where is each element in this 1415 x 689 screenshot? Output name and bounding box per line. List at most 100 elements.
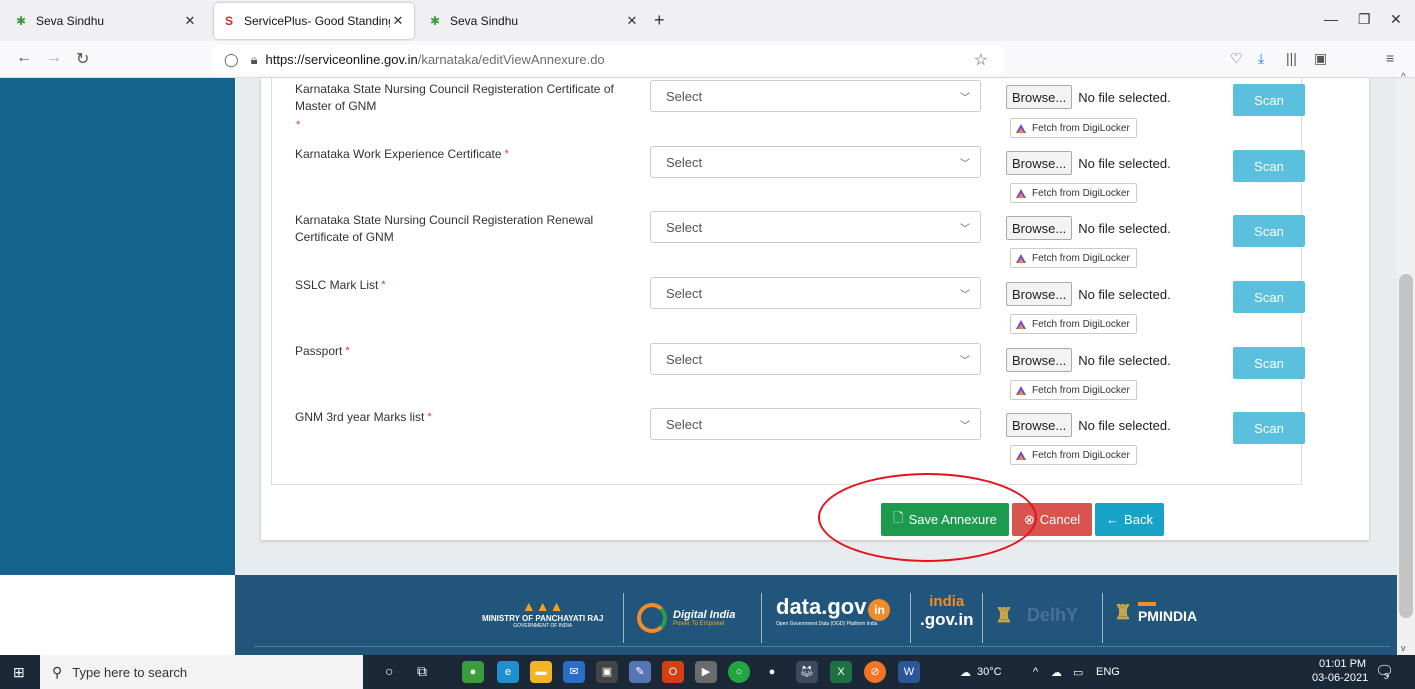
firefox-icon[interactable]: 🦊︎ [796,661,818,683]
scan-button[interactable]: Scan [1233,150,1305,182]
scan-button[interactable]: Scan [1233,281,1305,313]
browse-button[interactable]: Browse... [1006,85,1073,109]
reload-icon[interactable]: ↻ [76,49,89,69]
tab-title: Seva Sindhu [450,14,519,28]
chevron-down-icon: ﹀ [960,421,970,432]
clock-date[interactable]: 03-06-2021 [1312,672,1368,684]
document-type-select[interactable]: Select ﹀ [650,146,981,178]
office-icon[interactable]: O [662,661,684,683]
digilocker-icon [1016,253,1026,263]
document-viewer-icon[interactable]: ▶ [695,661,717,683]
document-type-select[interactable]: Select ﹀ [650,80,981,112]
document-type-select[interactable]: Select ﹀ [650,277,981,309]
bookmark-star-icon[interactable]: ☆ [974,50,988,70]
brave-icon[interactable]: ⊘ [864,661,886,683]
pocket-icon[interactable]: ♡ [1230,50,1243,67]
circle-app-icon[interactable]: ○ [728,661,750,683]
file-explorer-icon[interactable]: ▬ [530,661,552,683]
fetch-digilocker-button[interactable]: Fetch from DigiLocker [1010,118,1137,138]
download-icon[interactable]: ⤓ [1258,50,1264,67]
taskbar-search-box[interactable]: ⚲ Type here to search [40,655,363,689]
emblem-icon: ▲▲▲ [521,598,564,614]
weather-temp[interactable]: 30°C [977,666,1002,678]
shield-icon[interactable]: ◯ [224,52,239,68]
clock-time[interactable]: 01:01 PM [1319,658,1366,670]
notes-icon[interactable]: ✎ [629,661,651,683]
close-window-icon[interactable]: ✕ [1390,11,1402,28]
excel-icon[interactable]: X [830,661,852,683]
scan-button[interactable]: Scan [1233,84,1305,116]
menu-icon[interactable]: ≡ [1386,50,1394,66]
fetch-digilocker-button[interactable]: Fetch from DigiLocker [1010,445,1137,465]
file-input[interactable]: Browse... No file selected. [1006,348,1171,372]
address-bar[interactable]: ◯ 🔒︎ https://serviceonline.gov.in/karnat… [212,45,1004,74]
browse-button[interactable]: Browse... [1006,348,1073,372]
chevron-down-icon: ﹀ [960,224,970,235]
store-icon[interactable]: ▣ [596,661,618,683]
required-marker: * [427,411,432,423]
scroll-down-icon[interactable]: v [1401,643,1406,653]
new-tab-icon[interactable]: + [654,10,665,31]
file-input[interactable]: Browse... No file selected. [1006,151,1171,175]
required-marker: * [296,119,301,131]
windows-start-icon[interactable]: ⊞ [13,664,25,681]
file-input[interactable]: Browse... No file selected. [1006,216,1171,240]
weather-icon[interactable]: ☁ [960,666,971,679]
whatsapp-icon[interactable]: ● [761,661,783,683]
file-status: No file selected. [1078,352,1171,368]
fetch-digilocker-button[interactable]: Fetch from DigiLocker [1010,380,1137,400]
close-tab-icon[interactable]: ✕ [390,13,406,29]
logo-separator [623,593,624,643]
browse-button[interactable]: Browse... [1006,282,1073,306]
back-button[interactable]: ← Back [1095,503,1164,536]
restore-icon[interactable]: ❐ [1358,11,1371,28]
word-icon[interactable]: W [898,661,920,683]
task-view-icon[interactable]: ⧉ [417,663,427,680]
document-label: Karnataka Work Experience Certificate * [295,146,635,163]
in-badge: in [868,599,891,621]
chrome-icon[interactable]: ● [462,661,484,683]
mail-icon[interactable]: ✉ [563,661,585,683]
edge-icon[interactable]: e [497,661,519,683]
network-icon[interactable]: ☁ [1051,666,1062,679]
document-type-select[interactable]: Select ﹀ [650,343,981,375]
browse-button[interactable]: Browse... [1006,216,1073,240]
back-arrow-icon[interactable]: ← [16,49,32,67]
browse-button[interactable]: Browse... [1006,151,1073,175]
tab-seva-sindhu-2[interactable]: ✱ Seva Sindhu ✕ [420,3,648,39]
cortana-icon[interactable]: ○ [385,663,393,679]
fetch-digilocker-button[interactable]: Fetch from DigiLocker [1010,183,1137,203]
scroll-up-icon[interactable]: ^ [1401,72,1406,83]
logo-text: DelhY [1026,605,1078,625]
fetch-digilocker-button[interactable]: Fetch from DigiLocker [1010,248,1137,268]
scan-button[interactable]: Scan [1233,412,1305,444]
library-icon[interactable]: ||| [1286,50,1297,66]
forward-arrow-icon[interactable]: → [46,49,62,67]
battery-icon[interactable]: ▭ [1073,666,1083,679]
tab-seva-sindhu-1[interactable]: ✱ Seva Sindhu ✕ [6,3,206,39]
document-type-select[interactable]: Select ﹀ [650,408,981,440]
file-input[interactable]: Browse... No file selected. [1006,85,1171,109]
file-input[interactable]: Browse... No file selected. [1006,413,1171,437]
scan-button[interactable]: Scan [1233,215,1305,247]
browse-button[interactable]: Browse... [1006,413,1073,437]
language-indicator[interactable]: ENG [1096,666,1120,678]
lock-icon[interactable]: 🔒︎ [251,52,258,68]
fetch-digilocker-button[interactable]: Fetch from DigiLocker [1010,314,1137,334]
file-input[interactable]: Browse... No file selected. [1006,282,1171,306]
minimize-icon[interactable]: — [1324,11,1338,27]
show-hidden-icons-icon[interactable]: ^ [1033,666,1038,678]
scan-button[interactable]: Scan [1233,347,1305,379]
document-type-select[interactable]: Select ﹀ [650,211,981,243]
logo-text: data.gov [776,594,867,619]
close-tab-icon[interactable]: ✕ [182,13,198,29]
sidebar-toggle-icon[interactable]: ▣ [1314,50,1327,67]
tab-serviceplus[interactable]: S ServicePlus- Good Standing for ✕ [214,3,414,39]
scrollbar-thumb[interactable] [1399,274,1413,618]
document-label: SSLC Mark List * [295,277,635,294]
required-marker: * [504,148,509,160]
logo-text: PMINDIA [1137,607,1198,624]
logo-subtext: Open Government Data (OGD) Platform Indi… [776,621,878,627]
close-tab-icon[interactable]: ✕ [624,13,640,29]
tab-bar: ✱ Seva Sindhu ✕ S ServicePlus- Good Stan… [0,0,1415,41]
